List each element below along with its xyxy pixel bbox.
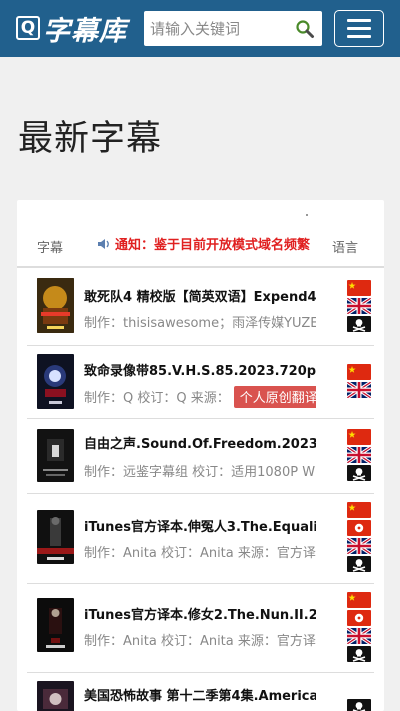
subtitle-meta: 制作：远鉴字幕组 校订：适用1080P WEB (84, 461, 316, 480)
table-row: 敢死队4 精校版【简英双语】Expend4bles 制作：thisisaweso… (27, 270, 374, 346)
hongkong-flag-icon (347, 520, 371, 536)
subtitle-meta-text: 制作：Q 校订：Q 来源： (84, 391, 230, 406)
poster-image[interactable] (37, 278, 74, 333)
subtitle-meta: 制作：thisisawesome；雨泽传媒YUZEC (84, 312, 316, 331)
subtitle-title-link[interactable]: 致命录像带85.V.H.S.85.2023.720p.WEB (84, 360, 316, 379)
china-flag-icon (347, 364, 371, 380)
table-row: 自由之声.Sound.Of.Freedom.2023.1080p 制作：远鉴字幕… (27, 419, 374, 494)
column-header-language: 语言 (332, 241, 359, 256)
original-translation-badge: 个人原创翻译 (233, 386, 316, 408)
poster-image[interactable] (37, 429, 74, 482)
menu-button[interactable] (334, 10, 384, 47)
search-input[interactable] (144, 11, 288, 46)
column-header-subtitle: 字幕 (37, 241, 64, 256)
notice-text: 通知：鉴于目前开放模式域名频繁 (115, 238, 311, 253)
hamburger-icon-bar (347, 19, 371, 22)
china-flag-icon (347, 502, 371, 518)
subtitle-title-link[interactable]: iTunes官方译本.伸冤人3.The.Equalizer.3 (84, 516, 316, 535)
top-navbar: Q 字幕库 (0, 0, 400, 57)
hamburger-icon-bar (347, 27, 371, 30)
poster-image[interactable] (37, 354, 74, 409)
table-header: 字幕 通知：鉴于目前开放模式域名频繁 语言 (17, 228, 384, 268)
hongkong-flag-icon (347, 610, 371, 626)
subtitle-meta-text: 制作：thisisawesome；雨泽传媒YUZEC (84, 316, 316, 331)
speaker-icon (98, 239, 109, 249)
subtitle-meta-text: 制作：远鉴字幕组 校订：适用1080P WEB (84, 465, 316, 480)
pirate-flag-icon (347, 465, 371, 481)
search-icon (296, 19, 314, 38)
subtitle-meta: 制作：Q 校订：Q 来源： 个人原创翻译 (84, 386, 316, 408)
subtitle-list: 字幕 通知：鉴于目前开放模式域名频繁 语言 敢死队4 精校版【简英双语】Expe… (17, 200, 384, 711)
search-box (144, 11, 322, 46)
search-button[interactable] (288, 11, 322, 46)
notice-marquee[interactable]: 通知：鉴于目前开放模式域名频繁 (97, 234, 319, 254)
pirate-flag-icon (347, 646, 371, 662)
page-title: 最新字幕 (18, 119, 163, 159)
table-row: iTunes官方译本.伸冤人3.The.Equalizer.3 制作：Anita… (27, 494, 374, 584)
subtitle-meta: 制作：Anita 校订：Anita 来源：官方译本 (84, 630, 316, 649)
table-row: iTunes官方译本.修女2.The.Nun.II.2023 制作：Anita … (27, 584, 374, 673)
subtitle-title-link[interactable]: 敢死队4 精校版【简英双语】Expend4bles (84, 286, 316, 305)
poster-image[interactable] (37, 681, 74, 711)
logo-text: 字幕库 (43, 15, 127, 47)
uk-flag-icon (347, 382, 371, 398)
uk-flag-icon (347, 298, 371, 314)
subtitle-meta-text: 制作：Anita 校订：Anita 来源：官方译本 (84, 546, 316, 561)
hamburger-icon-bar (347, 35, 371, 38)
china-flag-icon (347, 429, 371, 445)
uk-flag-icon (347, 538, 371, 554)
logo-badge-icon: Q (16, 16, 40, 40)
subtitle-meta-text: 制作：Anita 校订：Anita 来源：官方译本 (84, 634, 316, 649)
table-row: 致命录像带85.V.H.S.85.2023.720p.WEB 制作：Q 校订：Q… (27, 346, 374, 419)
pirate-flag-icon (347, 316, 371, 332)
decorative-dot (306, 214, 308, 216)
pirate-flag-icon (347, 556, 371, 572)
uk-flag-icon (347, 628, 371, 644)
subtitle-title-link[interactable]: 自由之声.Sound.Of.Freedom.2023.1080p (84, 433, 316, 452)
table-row: 美国恐怖故事 第十二季第4集.American (27, 673, 374, 711)
pirate-flag-icon (347, 699, 371, 711)
subtitle-title-link[interactable]: 美国恐怖故事 第十二季第4集.American (84, 685, 316, 704)
uk-flag-icon (347, 447, 371, 463)
site-logo[interactable]: Q 字幕库 (16, 12, 127, 47)
subtitle-meta: 制作：Anita 校订：Anita 来源：官方译本 (84, 542, 316, 561)
china-flag-icon (347, 592, 371, 608)
poster-image[interactable] (37, 598, 74, 652)
poster-image[interactable] (37, 510, 74, 564)
subtitle-title-link[interactable]: iTunes官方译本.修女2.The.Nun.II.2023 (84, 604, 316, 623)
china-flag-icon (347, 280, 371, 296)
